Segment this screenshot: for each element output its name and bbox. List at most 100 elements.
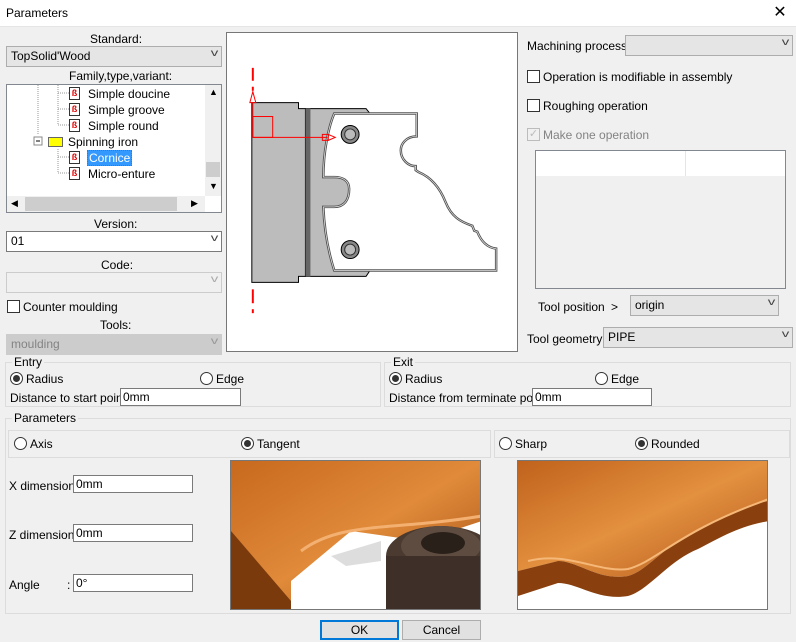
- rounded-label: Rounded: [651, 437, 700, 451]
- tangent-approach-image: [230, 460, 481, 610]
- z-dimension-label: Z dimension :: [9, 528, 82, 542]
- scroll-up-icon[interactable]: ▲: [209, 87, 218, 97]
- close-icon[interactable]: ✕: [770, 3, 790, 23]
- parameters-title: Parameters: [12, 411, 79, 425]
- entry-radius-label: Radius: [26, 372, 64, 386]
- ok-button[interactable]: OK: [320, 620, 399, 640]
- title-bar: Parameters ✕: [0, 0, 796, 27]
- version-value: 01: [11, 234, 25, 248]
- exit-radius-label: Radius: [405, 372, 443, 386]
- tree-item-label: Simple doucine: [88, 87, 171, 101]
- file-icon: ß: [69, 151, 80, 164]
- exit-title: Exit: [391, 355, 416, 369]
- standard-label: Standard:: [90, 32, 143, 46]
- file-icon: ß: [69, 167, 80, 180]
- tool-position-select[interactable]: origin v: [630, 295, 779, 316]
- scroll-down-icon[interactable]: ▼: [209, 181, 218, 191]
- rounded-radio[interactable]: [635, 437, 648, 450]
- rounded-wood-picture: [518, 461, 767, 597]
- entry-title: Entry: [12, 355, 45, 369]
- tool-position-arrow: >: [611, 300, 619, 314]
- tree-item-label: Simple groove: [88, 103, 165, 117]
- chevron-down-icon: v: [781, 329, 790, 340]
- chevron-down-icon: v: [210, 336, 219, 347]
- tree-item-label: Cornice: [87, 150, 133, 166]
- counter-moulding-label: Counter moulding: [23, 300, 118, 314]
- axis-radio[interactable]: [14, 437, 27, 450]
- modifiable-checkbox[interactable]: [527, 70, 540, 83]
- entry-edge-radio[interactable]: [200, 372, 213, 385]
- chevron-down-icon: v: [210, 233, 219, 244]
- angle-colon: :: [67, 578, 71, 592]
- tree-item-label: Simple round: [88, 119, 159, 133]
- entry-distance-label: Distance to start point :: [10, 391, 133, 405]
- exit-distance-input[interactable]: 0mm: [532, 388, 652, 406]
- version-select[interactable]: 01 v: [6, 231, 222, 252]
- code-label: Code:: [101, 258, 134, 272]
- angle-label: Angle: [9, 578, 40, 592]
- rounded-corner-image: [517, 460, 768, 610]
- chevron-down-icon: v: [781, 37, 790, 48]
- tools-value: moulding: [11, 337, 60, 351]
- standard-value: TopSolid'Wood: [11, 49, 91, 63]
- angle-input[interactable]: 0°: [73, 574, 193, 592]
- sharp-label: Sharp: [515, 437, 548, 451]
- scroll-left-icon[interactable]: ◀: [11, 198, 18, 209]
- axis-label: Axis: [30, 437, 53, 451]
- column-divider[interactable]: [685, 151, 686, 176]
- tool-geometry-select[interactable]: PIPE v: [603, 327, 793, 348]
- exit-edge-radio[interactable]: [595, 372, 608, 385]
- tree-item-label: Micro-enture: [88, 167, 156, 181]
- operations-list[interactable]: [535, 150, 786, 289]
- scroll-thumb[interactable]: [25, 197, 177, 211]
- chevron-down-icon: v: [767, 297, 776, 308]
- tangent-radio[interactable]: [241, 437, 254, 450]
- tools-select[interactable]: moulding v: [6, 334, 222, 355]
- make-one-operation-label: Make one operation: [543, 128, 650, 142]
- counter-moulding-checkbox[interactable]: [7, 300, 20, 313]
- file-icon: ß: [69, 87, 80, 100]
- z-dimension-input[interactable]: 0mm: [73, 524, 193, 542]
- tangent-wood-picture: [231, 461, 480, 609]
- roughing-checkbox[interactable]: [527, 99, 540, 112]
- exit-radius-radio[interactable]: [389, 372, 402, 385]
- family-label: Family,type,variant:: [69, 69, 173, 83]
- standard-select[interactable]: TopSolid'Wood v: [6, 46, 222, 67]
- tool-position-value: origin: [635, 298, 665, 312]
- file-icon: ß: [69, 103, 80, 116]
- roughing-label: Roughing operation: [543, 99, 648, 113]
- vertical-scrollbar[interactable]: ▲ ▼: [205, 85, 221, 196]
- entry-radius-radio[interactable]: [10, 372, 23, 385]
- machining-process-label: Machining process >: [527, 39, 638, 53]
- entry-distance-input[interactable]: 0mm: [120, 388, 241, 406]
- make-one-operation-checkbox[interactable]: ✓: [527, 128, 540, 141]
- chevron-down-icon: v: [210, 48, 219, 59]
- exit-distance-label: Distance from terminate point :: [389, 391, 553, 405]
- tangent-label: Tangent: [257, 437, 300, 451]
- horizontal-scrollbar[interactable]: ◀ ▶: [7, 196, 205, 212]
- family-tree[interactable]: ß Simple doucine ß Simple groove ß Simple r…: [6, 84, 222, 213]
- entry-edge-label: Edge: [216, 372, 245, 386]
- folder-icon: [48, 137, 63, 147]
- scroll-right-icon[interactable]: ▶: [191, 198, 198, 209]
- exit-edge-label: Edge: [611, 372, 640, 386]
- list-header: [536, 151, 785, 176]
- tree-item-label: Spinning iron: [68, 135, 139, 149]
- tool-geometry-label: Tool geometry >: [527, 332, 613, 346]
- chevron-down-icon: v: [210, 274, 219, 285]
- modifiable-label: Operation is modifiable in assembly: [543, 70, 733, 84]
- x-dimension-label: X dimension :: [9, 479, 82, 493]
- cancel-button[interactable]: Cancel: [402, 620, 481, 640]
- tools-label: Tools:: [100, 318, 132, 332]
- file-icon: ß: [69, 119, 80, 132]
- tool-position-label: Tool position: [538, 300, 605, 314]
- scroll-thumb[interactable]: [206, 162, 220, 177]
- tool-preview: [226, 32, 518, 352]
- version-label: Version:: [94, 217, 138, 231]
- sharp-radio[interactable]: [499, 437, 512, 450]
- tool-profile-drawing: [249, 67, 498, 314]
- code-select[interactable]: v: [6, 272, 222, 293]
- x-dimension-input[interactable]: 0mm: [73, 475, 193, 493]
- machining-process-select[interactable]: v: [625, 35, 793, 56]
- window-title: Parameters: [6, 6, 69, 20]
